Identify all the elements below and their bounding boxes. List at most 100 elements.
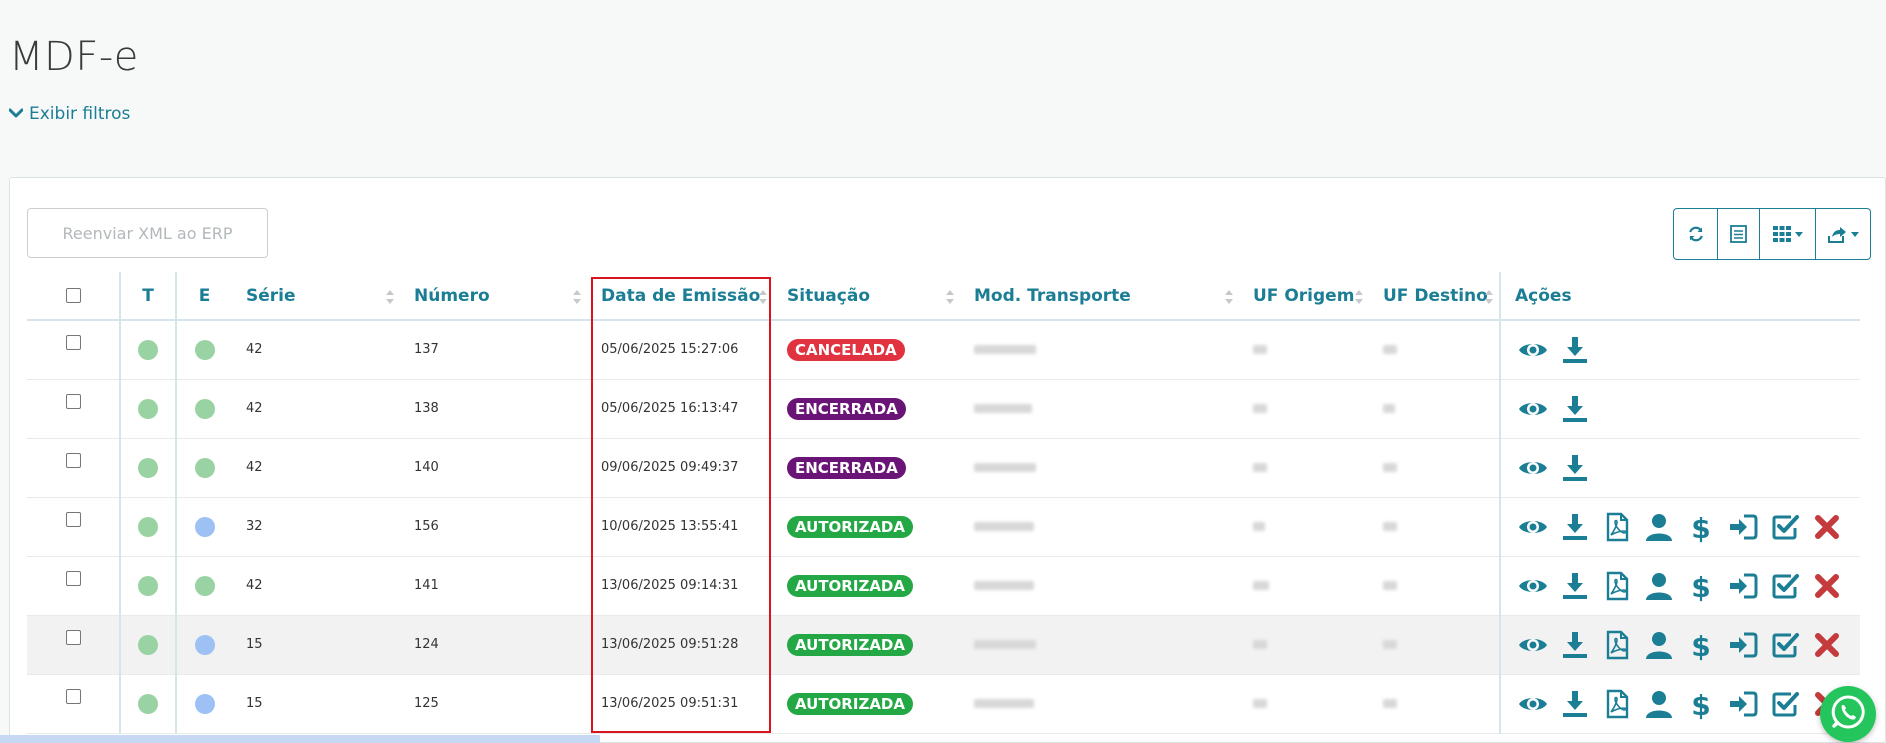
eye-icon[interactable] — [1517, 511, 1549, 543]
col-header-uf-origem[interactable]: UF Origem — [1239, 272, 1369, 321]
mod-transporte-cell — [960, 497, 1239, 557]
row-checkbox[interactable] — [65, 688, 81, 704]
uf-destino-cell — [1369, 556, 1500, 616]
toggle-view-button[interactable] — [1718, 209, 1760, 259]
row-checkbox[interactable] — [65, 393, 81, 409]
numero-cell: 124 — [400, 615, 587, 675]
uf-destino-cell — [1369, 497, 1500, 557]
numero-cell: 138 — [400, 379, 587, 439]
eye-icon[interactable] — [1517, 688, 1549, 720]
download-icon[interactable] — [1559, 688, 1591, 720]
user-icon[interactable] — [1643, 688, 1675, 720]
sign-in-icon[interactable] — [1727, 688, 1759, 720]
situacao-cell: AUTORIZADA — [773, 615, 960, 675]
sign-in-icon[interactable] — [1727, 511, 1759, 543]
redacted-text — [1253, 404, 1267, 413]
dollar-icon[interactable]: $ — [1685, 629, 1717, 661]
col-header-uf-destino[interactable]: UF Destino — [1369, 272, 1500, 321]
sort-icon — [1485, 290, 1493, 304]
pdf-icon[interactable] — [1601, 570, 1633, 602]
user-icon[interactable] — [1643, 570, 1675, 602]
table-row[interactable]: 42 138 05/06/2025 16:13:47 ENCERRADA — [27, 379, 1860, 439]
row-checkbox[interactable] — [65, 570, 81, 586]
t-status-cell — [119, 674, 176, 734]
horizontal-scrollbar[interactable] — [0, 735, 600, 743]
pdf-icon[interactable] — [1601, 629, 1633, 661]
row-checkbox[interactable] — [65, 511, 81, 527]
table-row[interactable]: 42 140 09/06/2025 09:49:37 ENCERRADA — [27, 438, 1860, 498]
columns-dropdown[interactable] — [1760, 209, 1816, 259]
col-header-e[interactable]: E — [175, 272, 232, 321]
col-header-t[interactable]: T — [119, 272, 176, 321]
table-row[interactable]: 15 125 13/06/2025 09:51:31 AUTORIZADA $ — [27, 674, 1860, 734]
actions-cell: $ — [1499, 556, 1860, 616]
svg-text:$: $ — [1691, 630, 1710, 661]
close-icon[interactable] — [1811, 570, 1843, 602]
eye-icon[interactable] — [1517, 452, 1549, 484]
sign-in-icon[interactable] — [1727, 629, 1759, 661]
download-icon[interactable] — [1559, 511, 1591, 543]
refresh-button[interactable] — [1674, 209, 1718, 259]
data-emissao-cell: 10/06/2025 13:55:41 — [587, 497, 773, 557]
col-header-serie[interactable]: Série — [232, 272, 400, 321]
check-square-icon[interactable] — [1769, 570, 1801, 602]
redacted-text — [974, 699, 1034, 708]
e-status-cell — [175, 556, 232, 616]
download-icon[interactable] — [1559, 334, 1591, 366]
col-header-data-emissao[interactable]: Data de Emissão — [587, 272, 773, 321]
eye-icon[interactable] — [1517, 334, 1549, 366]
svg-text:$: $ — [1691, 512, 1710, 543]
table-row[interactable]: 32 156 10/06/2025 13:55:41 AUTORIZADA $ — [27, 497, 1860, 557]
pdf-icon[interactable] — [1601, 688, 1633, 720]
check-square-icon[interactable] — [1769, 629, 1801, 661]
user-icon[interactable] — [1643, 511, 1675, 543]
export-dropdown[interactable] — [1816, 209, 1870, 259]
resend-xml-button[interactable]: Reenviar XML ao ERP — [27, 208, 268, 258]
serie-cell: 15 — [232, 615, 400, 675]
dollar-icon[interactable]: $ — [1685, 688, 1717, 720]
sign-in-icon[interactable] — [1727, 570, 1759, 602]
eye-icon[interactable] — [1517, 393, 1549, 425]
table-row[interactable]: 42 137 05/06/2025 15:27:06 CANCELADA — [27, 320, 1860, 380]
download-icon[interactable] — [1559, 452, 1591, 484]
data-emissao-cell: 13/06/2025 09:14:31 — [587, 556, 773, 616]
whatsapp-icon — [1829, 693, 1867, 735]
table-row[interactable]: 42 141 13/06/2025 09:14:31 AUTORIZADA $ — [27, 556, 1860, 616]
check-square-icon[interactable] — [1769, 688, 1801, 720]
t-status-dot — [138, 339, 158, 360]
sort-icon — [573, 290, 581, 304]
close-icon[interactable] — [1811, 629, 1843, 661]
row-checkbox[interactable] — [65, 335, 81, 350]
dollar-icon[interactable]: $ — [1685, 511, 1717, 543]
download-icon[interactable] — [1559, 570, 1591, 602]
redacted-text — [974, 345, 1036, 355]
table-row[interactable]: 15 124 13/06/2025 09:51:28 AUTORIZADA $ — [27, 615, 1860, 675]
table-header-row: T E Série Número Data de Emissão Situaçã… — [27, 272, 1860, 321]
whatsapp-button[interactable] — [1820, 686, 1876, 742]
page-title: MDF-e — [9, 34, 139, 80]
check-square-icon[interactable] — [1769, 511, 1801, 543]
situacao-cell: CANCELADA — [773, 320, 960, 380]
eye-icon[interactable] — [1517, 629, 1549, 661]
col-header-numero[interactable]: Número — [400, 272, 587, 321]
row-actions — [1515, 334, 1860, 366]
show-filters-toggle[interactable]: Exibir filtros — [8, 104, 130, 124]
dollar-icon[interactable]: $ — [1685, 570, 1717, 602]
download-icon[interactable] — [1559, 629, 1591, 661]
redacted-text — [1383, 463, 1397, 472]
pdf-icon[interactable] — [1601, 511, 1633, 543]
situacao-cell: ENCERRADA — [773, 438, 960, 498]
user-icon[interactable] — [1643, 629, 1675, 661]
table-toolbar — [1673, 208, 1871, 260]
uf-destino-cell — [1369, 674, 1500, 734]
row-checkbox[interactable] — [65, 452, 81, 468]
redacted-text — [1253, 640, 1267, 649]
close-icon[interactable] — [1811, 511, 1843, 543]
select-all-checkbox[interactable] — [65, 288, 81, 303]
col-header-mod-transporte[interactable]: Mod. Transporte — [960, 272, 1239, 321]
download-icon[interactable] — [1559, 393, 1591, 425]
col-header-situacao[interactable]: Situação — [773, 272, 960, 321]
situacao-cell: AUTORIZADA — [773, 556, 960, 616]
row-checkbox[interactable] — [65, 629, 81, 645]
eye-icon[interactable] — [1517, 570, 1549, 602]
